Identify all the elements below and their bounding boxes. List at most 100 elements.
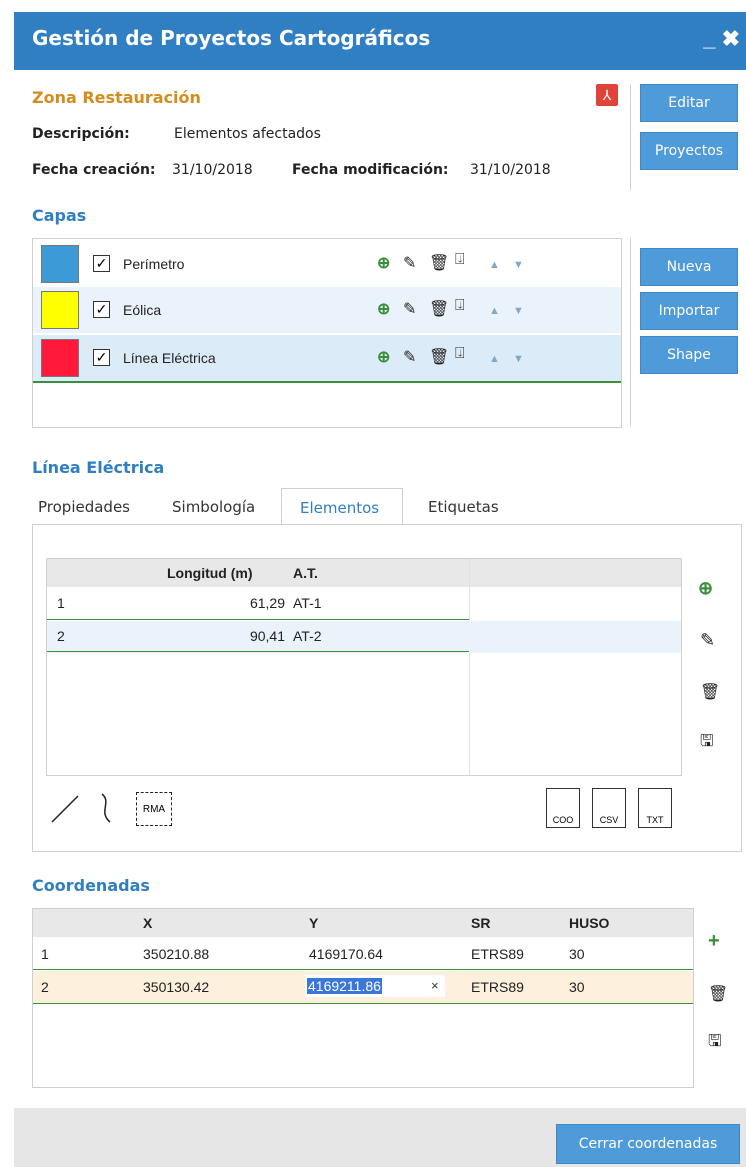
draw-line-icon[interactable] [48,790,84,826]
column-header-sr[interactable]: SR [471,915,490,931]
column-divider [469,559,470,775]
layer-color-swatch[interactable] [41,245,79,283]
tab-elements[interactable]: Elementos [281,488,403,526]
row-y: 4169170.64 [309,946,383,962]
zoom-icon[interactable]: ⊕ [377,253,390,273]
row-id: 2 [57,628,65,644]
import-button[interactable]: Importar [640,292,738,330]
export-txt-label: TXT [646,815,664,825]
description-value: Elementos afectados [174,126,321,142]
layer-color-swatch[interactable] [41,339,79,377]
trash-icon[interactable]: 🗑 [708,984,728,1004]
row-x: 350210.88 [143,946,210,962]
projects-button[interactable]: Proyectos [640,132,738,170]
layer-row[interactable]: ✓ Perímetro ⊕ ✎ 🗑 ⍗ ▲ ▼ [33,241,621,287]
row-huso: 30 [569,946,585,962]
row-id: 2 [41,979,49,995]
clear-field-icon[interactable]: × [431,978,439,993]
elements-table: Longitud (m) A.T. 1 61,29 AT-1 2 90,41 A… [46,558,682,776]
row-at: AT-2 [293,628,322,644]
column-header-huso[interactable]: HUSO [569,915,609,931]
new-layer-button[interactable]: Nueva [640,248,738,286]
table-row[interactable]: 1 350210.88 4169170.64 ETRS89 30 [33,939,693,970]
y-edit-field[interactable]: 4169211.86 × [305,975,445,997]
shape-button[interactable]: Shape [640,336,738,374]
edit-icon[interactable]: ✎ [403,299,416,319]
zoom-icon[interactable]: ⊕ [377,347,390,367]
save-icon[interactable]: 🖫 [708,1030,722,1057]
trash-icon[interactable]: 🗑 [429,253,449,273]
coordinates-title: Coordenadas [32,876,150,895]
row-underline [47,651,469,652]
move-up-icon[interactable]: ▲ [489,353,500,365]
column-header-y[interactable]: Y [309,915,318,931]
export-coo-icon[interactable]: COO [546,788,580,828]
layers-title: Capas [32,206,87,225]
layer-visible-checkbox[interactable]: ✓ [93,301,110,318]
row-length: 90,41 [249,628,285,644]
export-csv-icon[interactable]: CSV [592,788,626,828]
add-icon[interactable]: + [708,930,720,953]
row-at: AT-1 [293,595,322,611]
download-icon[interactable]: ⍗ [455,345,465,363]
layer-visible-checkbox[interactable]: ✓ [93,255,110,272]
tab-symbology[interactable]: Simbología [172,498,255,516]
row-length: 61,29 [249,595,285,611]
window-controls[interactable]: _ ✖ [703,26,740,52]
download-icon[interactable]: ⍗ [455,297,465,315]
edit-icon[interactable]: ✎ [403,347,416,367]
layer-color-swatch[interactable] [41,291,79,329]
export-txt-icon[interactable]: TXT [638,788,672,828]
edit-icon[interactable]: ✎ [700,630,715,651]
move-up-icon[interactable]: ▲ [489,305,500,317]
created-value: 31/10/2018 [172,162,253,178]
close-icon[interactable]: ✖ [722,26,740,51]
trash-icon[interactable]: 🗑 [700,682,720,702]
column-header-at[interactable]: A.T. [293,565,318,581]
column-header-x[interactable]: X [143,915,152,931]
layer-name: Perímetro [123,256,185,272]
export-coo-label: COO [552,815,574,825]
title-bar[interactable]: Gestión de Proyectos Cartográficos _ ✖ [14,12,746,70]
trash-icon[interactable]: 🗑 [429,299,449,319]
move-down-icon[interactable]: ▼ [513,305,524,317]
move-down-icon[interactable]: ▼ [513,353,524,365]
draw-curve-icon[interactable] [94,790,124,826]
row-sr: ETRS89 [471,979,524,995]
project-manager-panel: Gestión de Proyectos Cartográficos _ ✖ Z… [14,12,746,1167]
rma-icon[interactable]: RMA [136,792,172,826]
minimize-icon[interactable]: _ [703,26,715,51]
row-x: 350130.42 [143,979,210,995]
download-icon[interactable]: ⍗ [455,251,465,269]
trash-icon[interactable]: 🗑 [429,347,449,367]
modified-label: Fecha modificación: [292,162,449,178]
pdf-icon[interactable]: ⅄ [596,84,618,106]
save-icon[interactable]: 🖫 [700,730,714,757]
layer-row-selected[interactable]: ✓ Línea Eléctrica ⊕ ✎ 🗑 ⍗ ▲ ▼ [33,335,621,383]
layer-row[interactable]: ✓ Eólica ⊕ ✎ 🗑 ⍗ ▲ ▼ [33,287,621,333]
edit-button[interactable]: Editar [640,84,738,122]
table-header [47,559,681,587]
tab-labels[interactable]: Etiquetas [428,498,499,516]
table-row-selected[interactable]: 2 90,41 AT-2 [47,621,681,653]
close-coordinates-button[interactable]: Cerrar coordenadas [556,1124,740,1164]
layer-name: Eólica [123,302,162,318]
zoom-icon[interactable]: ⊕ [698,578,713,599]
project-name: Zona Restauración [32,88,201,107]
zoom-icon[interactable]: ⊕ [377,299,390,319]
layers-list: ✓ Perímetro ⊕ ✎ 🗑 ⍗ ▲ ▼ ✓ Eólica ⊕ ✎ 🗑 ⍗… [32,238,622,428]
move-up-icon[interactable]: ▲ [489,259,500,271]
edit-icon[interactable]: ✎ [403,253,416,273]
column-header-length[interactable]: Longitud (m) [167,565,253,581]
tab-elements-label: Elementos [300,499,380,517]
row-id: 1 [57,595,65,611]
row-sr: ETRS89 [471,946,524,962]
move-down-icon[interactable]: ▼ [513,259,524,271]
layer-name: Línea Eléctrica [123,350,216,366]
table-row-selected[interactable]: 2 350130.42 4169211.86 × ETRS89 30 [33,971,693,1004]
layer-visible-checkbox[interactable]: ✓ [93,349,110,366]
table-row[interactable]: 1 61,29 AT-1 [47,589,469,620]
modified-value: 31/10/2018 [470,162,551,178]
tab-properties[interactable]: Propiedades [38,498,130,516]
export-csv-label: CSV [599,815,619,825]
